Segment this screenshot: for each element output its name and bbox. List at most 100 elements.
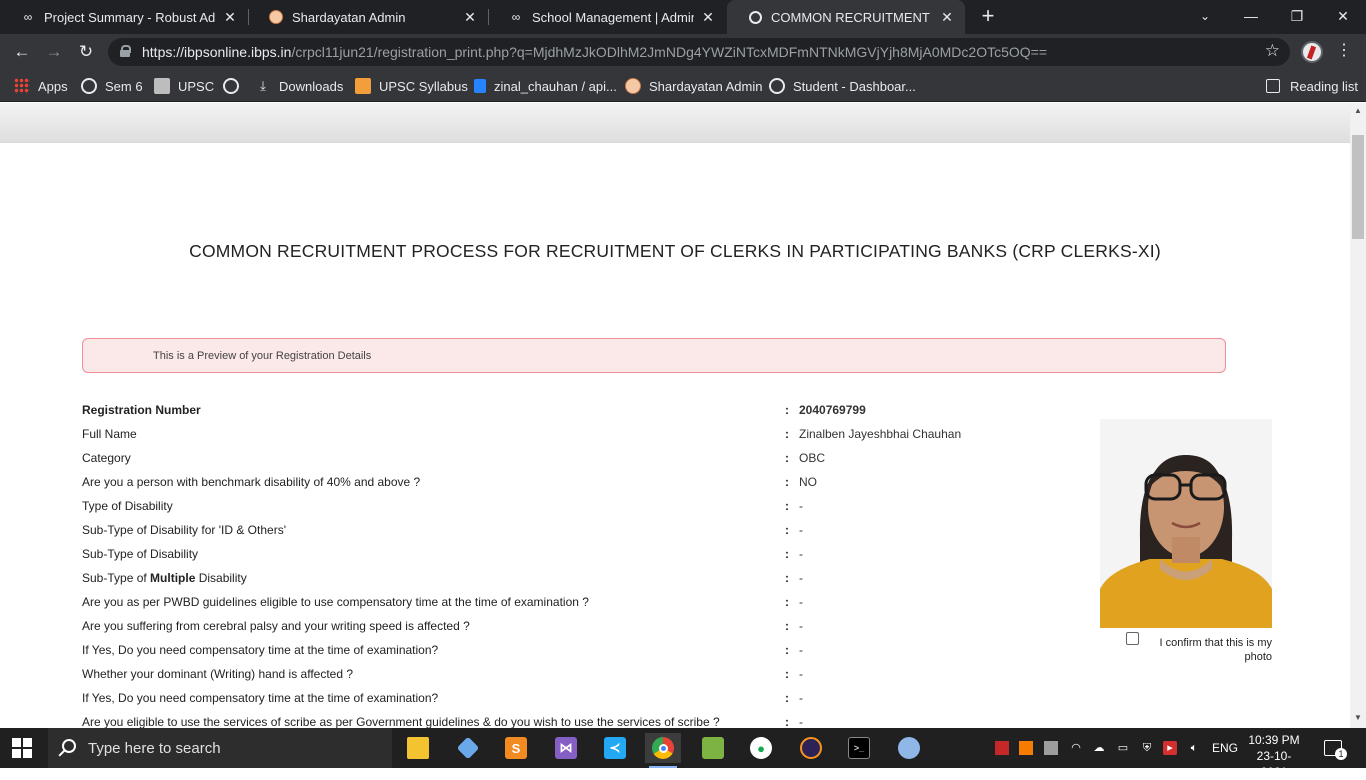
media-tray-icon[interactable]: ▸ (1163, 741, 1177, 755)
candidate-photo (1100, 419, 1272, 628)
bookmark-star-icon[interactable]: ☆ (1265, 41, 1280, 61)
tab-project-summary[interactable]: ∞ Project Summary - Robust Admin ✕ (0, 0, 248, 34)
restore-icon[interactable]: ❐ (1274, 0, 1320, 34)
shardayatan-logo-icon (268, 9, 284, 25)
sublime-text-icon[interactable]: S (498, 733, 534, 763)
page-scrollbar[interactable]: ▲ ▼ (1350, 103, 1366, 728)
eclipse-icon[interactable] (793, 733, 829, 763)
row-label: Are you a person with benchmark disabili… (82, 475, 421, 489)
tab-title: School Management | Admin (532, 9, 694, 25)
row-label: Sub-Type of Disability (82, 547, 199, 561)
wifi-icon[interactable]: ◠ (1069, 741, 1083, 755)
shardayatan-logo-icon (625, 78, 641, 94)
cloud-icon[interactable]: ☁ (1092, 741, 1106, 755)
row-benchmark-disability: Are you a person with benchmark disabili… (82, 475, 1082, 499)
row-value: Zinalben Jayeshbhai Chauhan (799, 427, 962, 441)
lock-icon[interactable] (120, 45, 131, 57)
paint-icon[interactable] (891, 733, 927, 763)
url-host: https://ibpsonline.ibps.in (142, 44, 292, 60)
scroll-up-arrow-icon[interactable]: ▲ (1353, 106, 1363, 115)
bookmark-label: Downloads (279, 78, 344, 94)
row-label: Registration Number (82, 403, 201, 417)
row-compensatory-time-1: If Yes, Do you need compensatory time at… (82, 643, 1082, 667)
notification-count-badge: 1 (1335, 748, 1347, 760)
chrome-icon[interactable] (645, 733, 681, 768)
scroll-thumb[interactable] (1352, 135, 1364, 239)
row-type-of-disability: Type of Disability : - (82, 499, 1082, 523)
row-scribe-services: Are you eligible to use the services of … (82, 715, 1082, 728)
row-colon: : (785, 475, 789, 489)
row-subtype-disability: Sub-Type of Disability : - (82, 547, 1082, 571)
url-text[interactable]: https://ibpsonline.ibps.in/crpcl11jun21/… (142, 44, 1047, 60)
battery-icon[interactable]: ▭ (1116, 741, 1130, 755)
input-language[interactable]: ENG (1212, 741, 1238, 755)
antivirus-tray-icon[interactable] (995, 741, 1009, 755)
row-label: Sub-Type of Disability for 'ID & Others' (82, 523, 286, 537)
reload-icon[interactable]: ↻ (74, 40, 98, 64)
terminal-icon[interactable]: >_ (841, 733, 877, 763)
back-arrow-icon[interactable]: ← (10, 40, 34, 64)
snipping-tool-icon[interactable] (695, 733, 731, 763)
row-label: If Yes, Do you need compensatory time at… (82, 691, 439, 705)
file-explorer-icon[interactable] (400, 733, 436, 763)
windows-start-icon[interactable] (12, 738, 32, 758)
new-tab-button[interactable]: + (976, 4, 1000, 28)
row-value: - (799, 547, 803, 561)
bookmarks-bar: Apps Sem 6 UPSC ⤓ Downloads UPSC Syllabu… (0, 70, 1366, 102)
volume-icon[interactable]: 🔈︎ (1187, 741, 1201, 755)
taskbar-search-box[interactable]: Type here to search (48, 728, 392, 768)
row-subtype-id-others: Sub-Type of Disability for 'ID & Others'… (82, 523, 1082, 547)
row-label: Are you as per PWBD guidelines eligible … (82, 595, 589, 609)
app-tray-icon[interactable] (1019, 741, 1033, 755)
row-label-prefix: Sub-Type of (82, 571, 151, 585)
reading-list-label: Reading list (1290, 78, 1358, 94)
tab-search-chevron-icon[interactable]: ⌄ (1182, 0, 1228, 34)
row-compensatory-time-2: If Yes, Do you need compensatory time at… (82, 691, 1082, 715)
row-label-suffix: Disability (195, 571, 247, 585)
bookmark-student-dashboard[interactable]: Student - Dashboar... (769, 76, 916, 96)
taskbar-search-placeholder: Type here to search (88, 740, 221, 757)
system-clock[interactable]: 10:39 PM 23-10-2021 (1244, 732, 1304, 780)
close-icon[interactable]: ✕ (939, 9, 955, 26)
tab-shardayatan-admin[interactable]: Shardayatan Admin ✕ (248, 0, 488, 34)
bookmark-downloads[interactable]: ⤓ Downloads (255, 76, 343, 96)
close-icon[interactable]: ✕ (700, 9, 716, 26)
display-tray-icon[interactable] (1044, 741, 1058, 755)
bookmark-label: Shardayatan Admin (649, 78, 763, 94)
profile-avatar[interactable] (1301, 41, 1323, 63)
window-close-icon[interactable]: ✕ (1320, 0, 1366, 34)
forward-arrow-icon[interactable]: → (42, 40, 66, 64)
bookmark-sem-6[interactable]: Sem 6 (81, 76, 143, 96)
minimize-icon[interactable]: — (1228, 0, 1274, 34)
tab-school-management[interactable]: ∞ School Management | Admin ✕ (488, 0, 726, 34)
address-bar[interactable]: https://ibpsonline.ibps.in/crpcl11jun21/… (108, 38, 1290, 66)
vscode-icon[interactable]: ≺ (597, 733, 633, 763)
row-value: - (799, 499, 803, 513)
download-icon: ⤓ (260, 78, 266, 93)
reading-list-icon (1266, 79, 1280, 93)
url-path: /crpcl11jun21/registration_print.php?q=M… (291, 44, 1048, 60)
row-label: Whether your dominant (Writing) hand is … (82, 667, 354, 681)
upsc-syllabus-icon (355, 78, 371, 94)
security-shield-icon[interactable]: ⛨ (1140, 741, 1154, 755)
menu-kebab-icon[interactable]: ⋮ (1336, 40, 1352, 60)
preview-notice-text: This is a Preview of your Registration D… (153, 350, 372, 362)
scroll-down-arrow-icon[interactable]: ▼ (1353, 713, 1363, 722)
tab-common-recruitment[interactable]: COMMON RECRUITMENT PROCE ✕ (727, 0, 965, 34)
3d-viewer-icon[interactable] (450, 733, 486, 763)
row-label: Are you eligible to use the services of … (82, 715, 720, 728)
upsc-icon (154, 78, 170, 94)
close-icon[interactable]: ✕ (222, 9, 238, 26)
bookmark-shardayatan-admin[interactable]: Shardayatan Admin (625, 76, 762, 96)
bookmark-globe[interactable] (223, 76, 247, 96)
bookmark-upsc-syllabus[interactable]: UPSC Syllabus (355, 76, 468, 96)
visual-studio-icon[interactable]: ⋈ (548, 733, 584, 763)
row-colon: : (785, 451, 789, 465)
globe-icon (769, 78, 785, 94)
close-icon[interactable]: ✕ (462, 9, 478, 26)
bookmark-apps[interactable]: Apps (14, 76, 68, 96)
bookmark-upsc[interactable]: UPSC (154, 76, 214, 96)
reading-list-button[interactable]: Reading list (1266, 76, 1358, 96)
mongodb-compass-icon[interactable]: ● (743, 733, 779, 763)
bookmark-bitbucket[interactable]: zinal_chauhan / api... (474, 76, 617, 96)
